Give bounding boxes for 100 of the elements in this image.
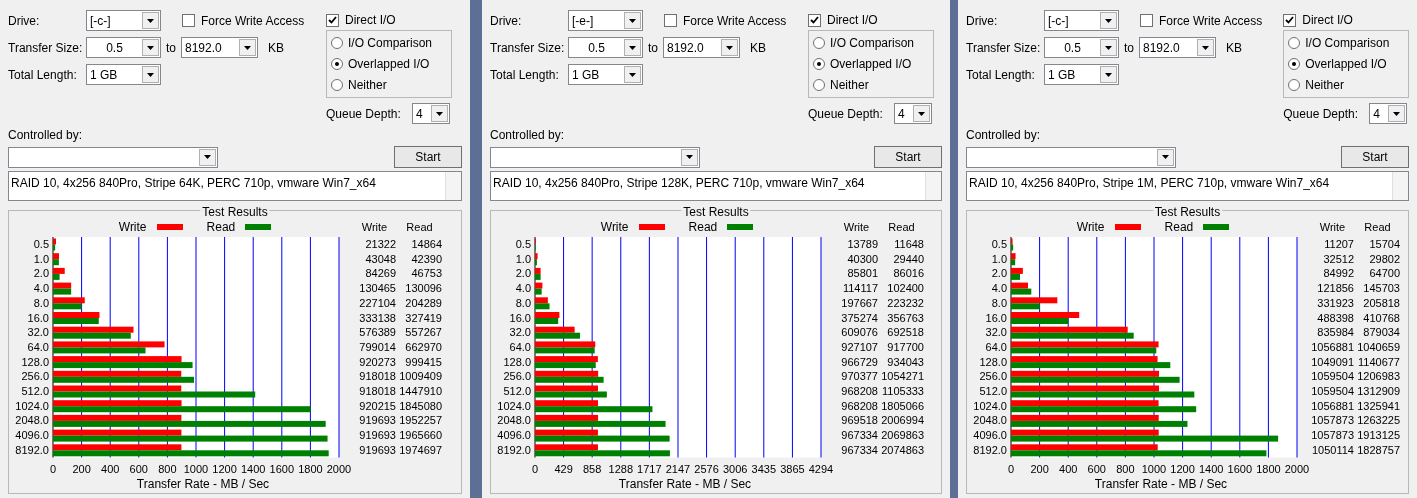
checkbox[interactable] (326, 13, 339, 27)
dropdown[interactable]: 0.5 (1044, 37, 1119, 58)
radio-label: Neither (348, 77, 387, 94)
radio-button[interactable] (1288, 37, 1301, 49)
category-label: 1024.0 (497, 399, 531, 412)
checkbox[interactable] (664, 14, 677, 27)
caret-icon (629, 72, 636, 77)
table-cell-text: 85801 (846, 266, 878, 282)
caret-icon (629, 45, 636, 50)
table-cell-text: 918018 (358, 383, 396, 399)
field-label: Controlled by: (490, 128, 565, 142)
dropdown[interactable]: 0.5 (568, 37, 643, 58)
checkbox[interactable] (1140, 14, 1153, 27)
table-cell-text: 970377 (840, 369, 878, 385)
start-button[interactable]: Start (874, 146, 942, 168)
dropdown[interactable] (490, 146, 700, 168)
dropdown[interactable]: 4 (412, 103, 450, 124)
tick-label: 3006 (722, 462, 748, 475)
dropdown[interactable]: 8192.0 (181, 37, 258, 58)
radio-button[interactable] (331, 37, 343, 49)
field-label: Drive: (966, 12, 999, 30)
field-label: Drive: (490, 12, 523, 30)
category-label: 1024.0 (15, 399, 49, 412)
checkbox[interactable] (808, 13, 821, 27)
table-cell-text: 1056881 (1310, 398, 1354, 414)
table-cell-text: 1140677 (1357, 354, 1400, 370)
field-label: to (648, 39, 658, 57)
tick-label: 1000 (183, 462, 209, 475)
unit-label: KB (268, 39, 285, 57)
field-label: Queue Depth: (1283, 105, 1359, 123)
category-label: 32.0 (27, 326, 49, 339)
start-button[interactable]: Start (394, 146, 462, 168)
radio-button[interactable] (331, 79, 343, 91)
dropdown[interactable]: 0.5 (86, 37, 161, 58)
table-cell-text: 1059504 (1310, 383, 1354, 399)
table-cell-text: 1965660 (398, 428, 442, 444)
caret-icon (147, 18, 154, 23)
category-label: 128.0 (503, 355, 531, 368)
radio-button[interactable] (813, 79, 825, 91)
tick-label: 1600 (1227, 462, 1253, 475)
checkbox[interactable] (1283, 13, 1297, 27)
table-cell-text: 919693 (358, 413, 396, 429)
dropdown[interactable]: [-c-] (86, 10, 161, 31)
legend-label: Write (600, 219, 629, 236)
field-label: Total Length: (8, 66, 78, 84)
table-cell-text: 375274 (840, 310, 878, 326)
field-label: Transfer Size: (966, 39, 1042, 57)
tick-label: 0 (49, 462, 57, 475)
table-cell-text: 11207 (1323, 237, 1354, 253)
table-cell-text: 576389 (358, 325, 396, 341)
dropdown[interactable] (8, 146, 218, 168)
field-label: Queue Depth: (808, 105, 884, 123)
read-bar (53, 244, 56, 251)
read-bar (1011, 244, 1014, 251)
description-field[interactable]: RAID 10, 4x256 840Pro, Stripe 1M, PERC 710p, vmware Win7_x64 (966, 171, 1409, 201)
category-label: 128.0 (21, 355, 49, 368)
radio-button[interactable] (1288, 79, 1301, 91)
dropdown[interactable]: 1 GB (568, 64, 643, 85)
legend-label: Read (1164, 219, 1194, 236)
write-bar (1011, 312, 1080, 318)
tick-label: 0 (1007, 462, 1015, 475)
dropdown[interactable]: 8192.0 (1139, 37, 1216, 58)
field-label: to (1124, 39, 1134, 57)
table-cell-text: 968208 (840, 383, 878, 399)
scrollbar[interactable] (1392, 172, 1408, 200)
radio-button[interactable] (331, 58, 343, 70)
caret-icon (1105, 18, 1112, 23)
table-cell-text: 1263225 (1356, 413, 1400, 429)
radio-button[interactable] (1288, 58, 1301, 70)
table-cell-text: 29440 (892, 251, 924, 267)
radio-button[interactable] (813, 37, 825, 49)
write-bar (1011, 253, 1016, 260)
table-cell-text: 84992 (1322, 266, 1354, 282)
scrollbar[interactable] (445, 172, 461, 200)
table-cell-text: 11648 (893, 237, 924, 253)
dropdown[interactable]: 4 (1369, 103, 1408, 124)
table-cell-text: 356763 (886, 310, 924, 326)
category-label: 8192.0 (973, 443, 1007, 456)
category-label: 4096.0 (497, 429, 531, 442)
dropdown[interactable] (966, 146, 1176, 168)
dropdown[interactable]: 1 GB (86, 64, 161, 85)
table-cell-text: 1447910 (398, 383, 442, 399)
start-button[interactable]: Start (1341, 146, 1409, 168)
dropdown[interactable]: 8192.0 (663, 37, 740, 58)
dropdown[interactable]: 1 GB (1044, 64, 1119, 85)
dropdown[interactable]: [-e-] (568, 10, 643, 31)
table-cell-text: 42390 (410, 251, 442, 267)
write-bar (535, 429, 598, 436)
category-label: 128.0 (979, 355, 1007, 368)
category-label: 2.0 (33, 267, 49, 280)
description-field[interactable]: RAID 10, 4x256 840Pro, Stripe 64K, PERC 710p, vmware Win7_x64 (8, 171, 462, 201)
scrollbar[interactable] (925, 172, 941, 200)
dropdown[interactable]: 4 (894, 103, 932, 124)
caret-icon (244, 45, 251, 50)
description-field[interactable]: RAID 10, 4x256 840Pro, Stripe 128K, PERC 710p, vmware Win7_x64 (490, 171, 942, 201)
checkbox[interactable] (182, 14, 195, 27)
category-label: 1024.0 (973, 399, 1007, 412)
table-cell-text: 1974697 (398, 442, 442, 458)
radio-button[interactable] (813, 58, 825, 70)
dropdown[interactable]: [-c-] (1044, 10, 1119, 31)
